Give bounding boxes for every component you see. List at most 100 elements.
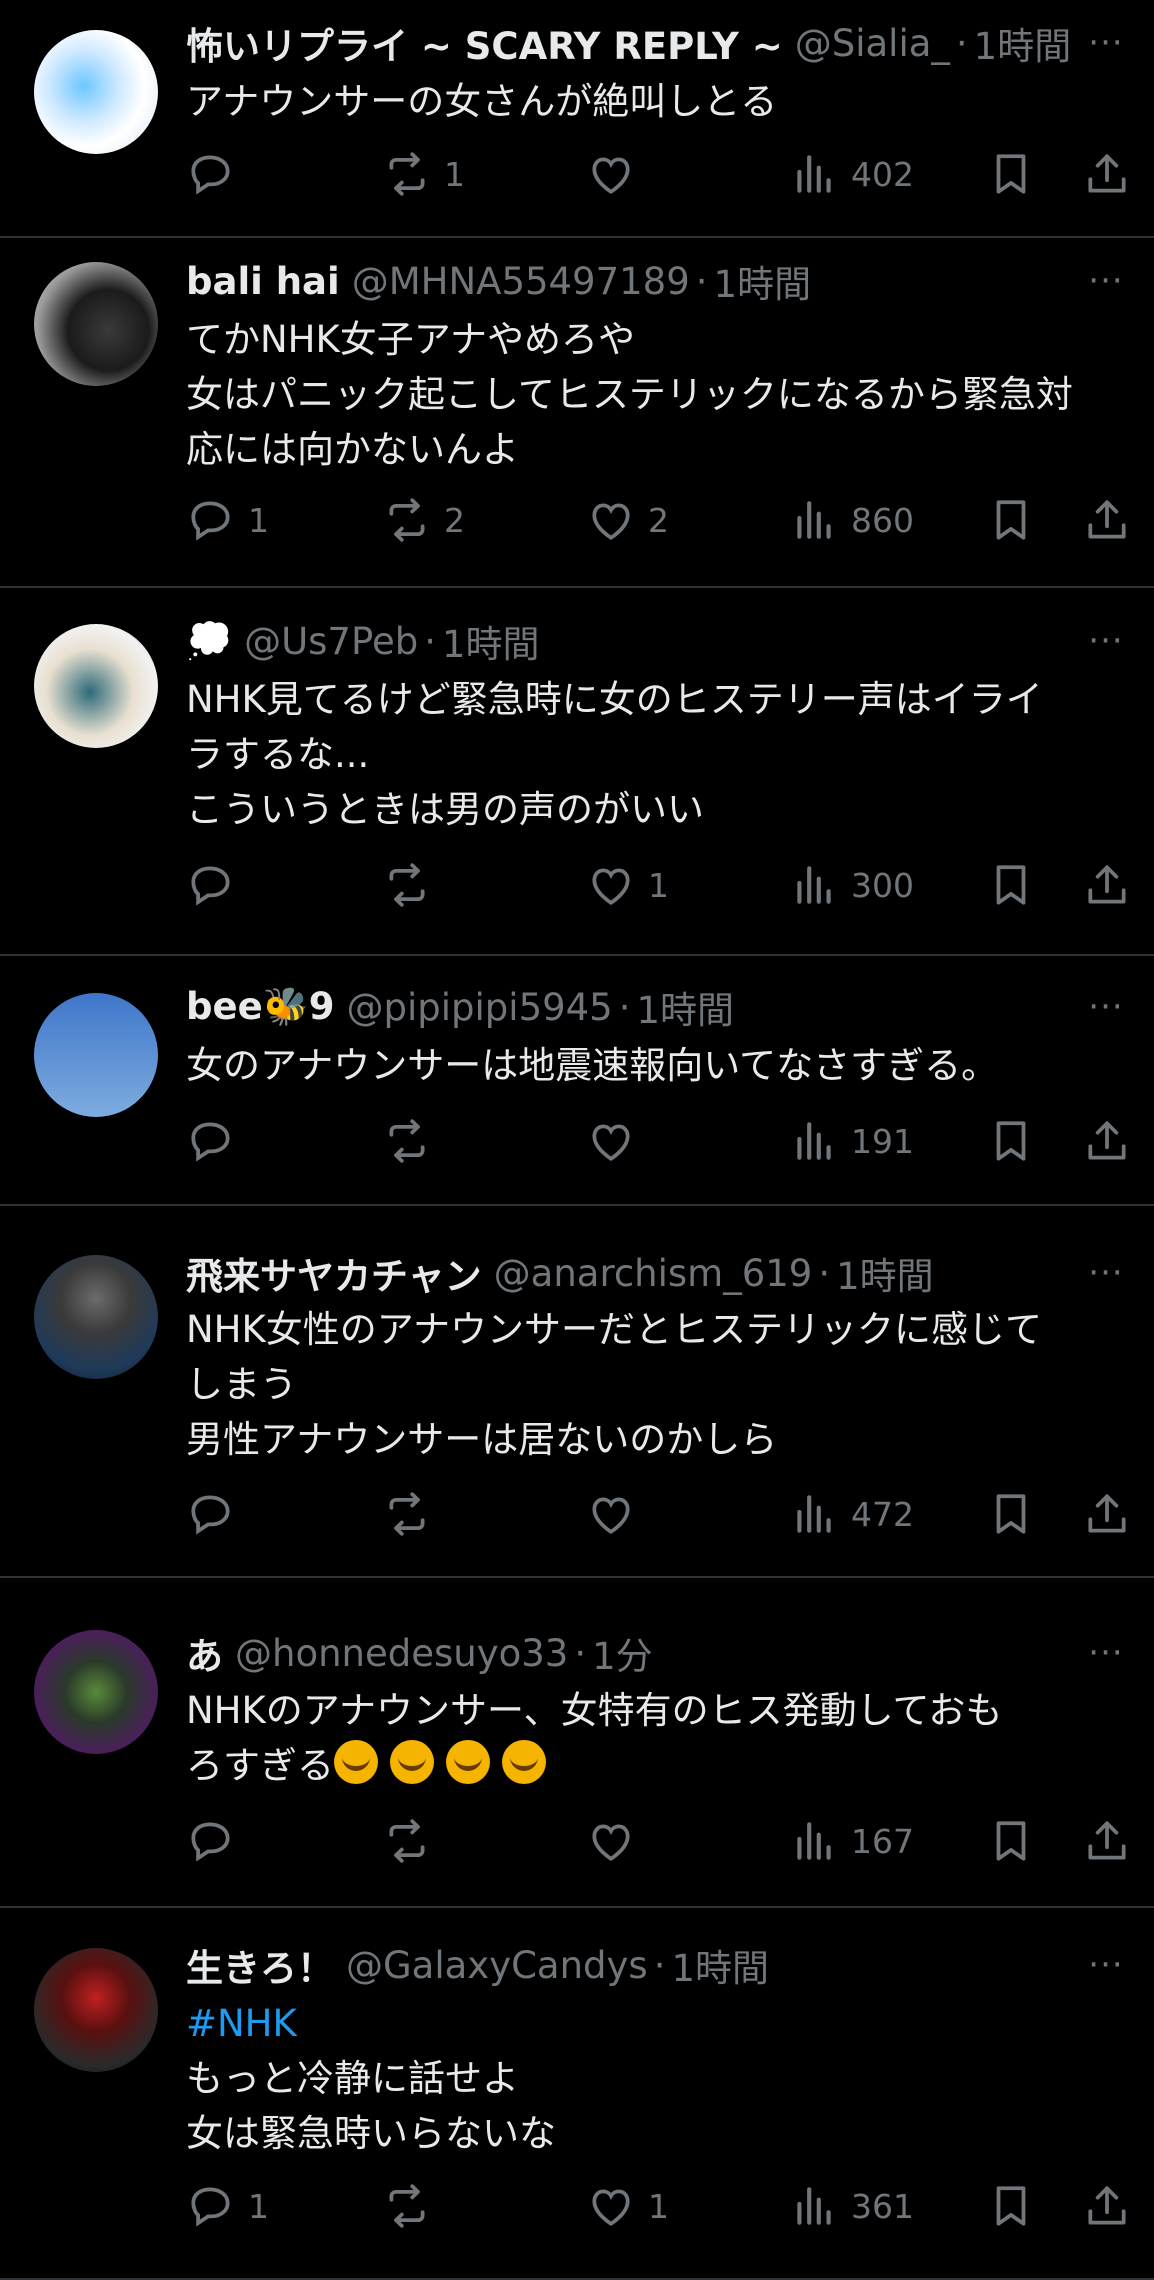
more-icon[interactable]: ··· <box>1082 23 1130 63</box>
retweet-button[interactable] <box>382 2176 444 2236</box>
username[interactable]: @anarchism_619 <box>494 1252 813 1295</box>
more-icon[interactable]: ··· <box>1082 261 1130 301</box>
retweet-button[interactable]: 1 <box>382 144 465 204</box>
like-button[interactable] <box>586 1484 648 1544</box>
display-name[interactable]: bee🐝9 <box>186 985 335 1029</box>
username[interactable]: @GalaxyCandys <box>346 1944 648 1987</box>
reply-button[interactable] <box>186 1484 248 1544</box>
reply-icon <box>186 2181 236 2231</box>
tweet-text-segment: ろすぎる <box>186 1744 334 1787</box>
separator-dot: · <box>818 1251 831 1295</box>
views-button[interactable]: 300 <box>789 855 914 915</box>
avatar[interactable] <box>34 1255 158 1379</box>
timestamp[interactable]: 1時間 <box>671 1940 769 1990</box>
share-button[interactable] <box>1082 2176 1132 2236</box>
username[interactable]: @Sialia_ <box>795 22 950 65</box>
views-icon <box>789 1116 839 1166</box>
share-button[interactable] <box>1082 490 1132 550</box>
username[interactable]: @honnedesuyo33 <box>235 1632 568 1675</box>
like-button[interactable]: 2 <box>586 490 669 550</box>
retweet-button[interactable]: 2 <box>382 490 465 550</box>
timestamp[interactable]: 1時間 <box>637 982 735 1032</box>
tweet[interactable]: 飛来サヤカチャン @anarchism_619 · 1時間 ··· NHK女性のアナウンサ… <box>0 1206 1154 1578</box>
username[interactable]: @pipipipi5945 <box>347 986 613 1029</box>
views-button[interactable]: 860 <box>789 490 914 550</box>
action-bar: 191 <box>186 1111 1126 1171</box>
bookmark-icon <box>986 1489 1036 1539</box>
reply-button[interactable] <box>186 144 248 204</box>
like-icon <box>586 149 636 199</box>
tweet-text-line: NHKのアナウンサー、女特有のヒス発動しておも <box>186 1683 1126 1738</box>
separator-dot: · <box>618 985 631 1029</box>
display-name[interactable]: 💭 <box>186 619 232 663</box>
reply-button[interactable]: 1 <box>186 490 269 550</box>
more-icon[interactable]: ··· <box>1082 1633 1130 1673</box>
views-button[interactable]: 361 <box>789 2176 914 2236</box>
username[interactable]: @MHNA55497189 <box>352 260 690 303</box>
tweet-text-line: こういうときは男の声のがいい <box>186 782 1126 837</box>
separator-dot: · <box>653 1943 666 1987</box>
timestamp[interactable]: 1時間 <box>714 256 812 306</box>
tweet[interactable]: bee🐝9 @pipipipi5945 · 1時間 ··· 女のアナウンサーは地震速報向い… <box>0 956 1154 1206</box>
bookmark-icon <box>986 1816 1036 1866</box>
share-button[interactable] <box>1082 1111 1132 1171</box>
display-name[interactable]: bali hai <box>186 260 340 303</box>
share-button[interactable] <box>1082 855 1132 915</box>
tweet[interactable]: 怖いリプライ ~ SCARY REPLY ~ @Sialia_ · 1時間 ··· アナウ… <box>0 0 1154 238</box>
views-button[interactable]: 402 <box>789 144 914 204</box>
bookmark-button[interactable] <box>986 2176 1036 2236</box>
display-name[interactable]: 怖いリプライ ~ SCARY REPLY ~ <box>186 18 783 68</box>
views-count: 402 <box>851 154 914 194</box>
timestamp[interactable]: 1時間 <box>836 1248 934 1298</box>
timestamp[interactable]: 1時間 <box>974 18 1072 68</box>
bookmark-button[interactable] <box>986 490 1036 550</box>
views-button[interactable]: 191 <box>789 1111 914 1171</box>
display-name[interactable]: 生きろ！ <box>186 1940 334 1990</box>
display-name[interactable]: 飛来サヤカチャン <box>186 1248 482 1298</box>
avatar[interactable] <box>34 1948 158 2072</box>
username[interactable]: @Us7Peb <box>244 620 418 663</box>
like-button[interactable] <box>586 144 648 204</box>
tweet[interactable]: あ @honnedesuyo33 · 1分 ··· NHKのアナウンサー、女特有のヒス発動… <box>0 1578 1154 1908</box>
reply-button[interactable]: 1 <box>186 2176 269 2236</box>
retweet-button[interactable] <box>382 1111 444 1171</box>
tweet-text-segment: NHKのアナウンサー、女特有のヒス発動しておも <box>186 1689 1003 1732</box>
bookmark-button[interactable] <box>986 1111 1036 1171</box>
retweet-button[interactable] <box>382 1811 444 1871</box>
retweet-button[interactable] <box>382 855 444 915</box>
more-icon[interactable]: ··· <box>1082 987 1130 1027</box>
more-icon[interactable]: ··· <box>1082 1253 1130 1293</box>
bookmark-button[interactable] <box>986 855 1036 915</box>
bookmark-button[interactable] <box>986 1484 1036 1544</box>
avatar[interactable] <box>34 262 158 386</box>
more-icon[interactable]: ··· <box>1082 621 1130 661</box>
retweet-button[interactable] <box>382 1484 444 1544</box>
timestamp[interactable]: 1分 <box>592 1628 653 1678</box>
bookmark-button[interactable] <box>986 144 1036 204</box>
more-icon[interactable]: ··· <box>1082 1945 1130 1985</box>
share-button[interactable] <box>1082 144 1132 204</box>
reply-button[interactable] <box>186 1111 248 1171</box>
avatar[interactable] <box>34 30 158 154</box>
hashtag-link[interactable]: #NHK <box>186 1996 1126 2051</box>
bookmark-button[interactable] <box>986 1811 1036 1871</box>
tweet[interactable]: bali hai @MHNA55497189 · 1時間 ··· てかNHK女子アナやめろ… <box>0 238 1154 588</box>
like-button[interactable] <box>586 1111 648 1171</box>
share-button[interactable] <box>1082 1484 1132 1544</box>
views-button[interactable]: 167 <box>789 1811 914 1871</box>
avatar[interactable] <box>34 624 158 748</box>
like-button[interactable]: 1 <box>586 2176 669 2236</box>
timestamp[interactable]: 1時間 <box>442 616 540 666</box>
tweet[interactable]: 💭 @Us7Peb · 1時間 ··· NHK見てるけど緊急時に女のヒステリー声はイライラ… <box>0 588 1154 956</box>
reply-button[interactable] <box>186 1811 248 1871</box>
like-button[interactable]: 1 <box>586 855 669 915</box>
share-button[interactable] <box>1082 1811 1132 1871</box>
display-name[interactable]: あ <box>186 1628 223 1678</box>
avatar[interactable] <box>34 993 158 1117</box>
tweet[interactable]: 生きろ！ @GalaxyCandys · 1時間 ··· #NHK もっと冷静に話せよ 女は緊… <box>0 1908 1154 2280</box>
avatar[interactable] <box>34 1630 158 1754</box>
reply-button[interactable] <box>186 855 248 915</box>
views-button[interactable]: 472 <box>789 1484 914 1544</box>
bookmark-icon <box>986 149 1036 199</box>
like-button[interactable] <box>586 1811 648 1871</box>
